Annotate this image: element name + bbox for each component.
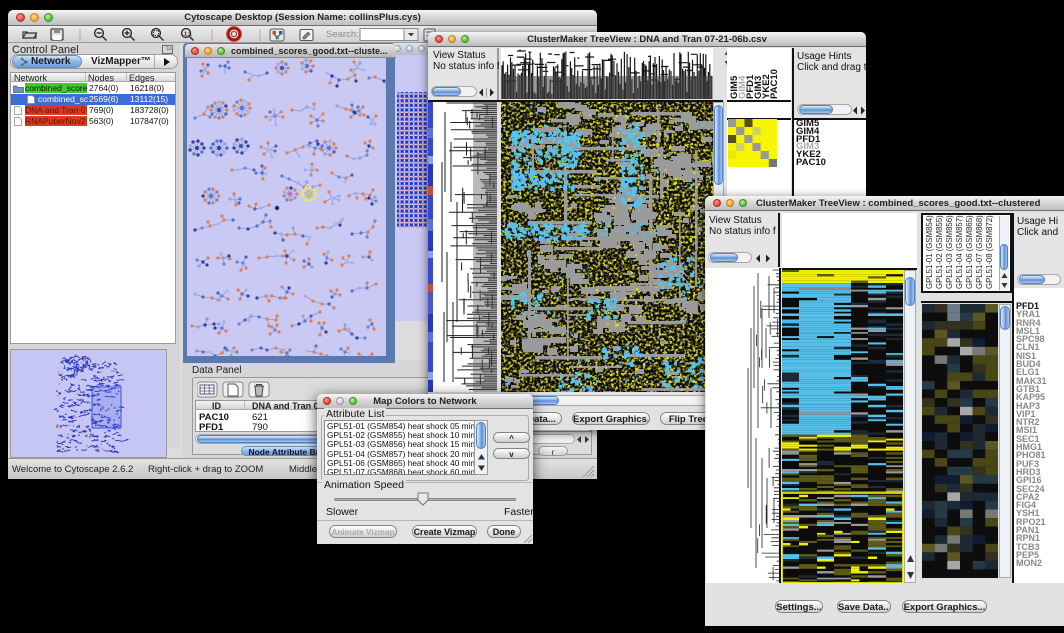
svg-text:GPL51-07 (GSM868): GPL51-07 (GSM868) (975, 215, 984, 289)
svg-text:1:1: 1:1 (184, 32, 192, 38)
svg-text:GPL51-03 (GSM856): GPL51-03 (GSM856) (945, 215, 954, 289)
svg-text:GPL51-08 (GSM872): GPL51-08 (GSM872) (985, 215, 994, 289)
svg-text:GPL51-01 (GSM854): GPL51-01 (GSM854) (925, 215, 934, 289)
svg-text:PAC10: PAC10 (769, 69, 780, 99)
svg-text:GPL51-06 (GSM865): GPL51-06 (GSM865) (965, 215, 974, 289)
svg-text:GPL51-04 (GSM857): GPL51-04 (GSM857) (955, 215, 964, 289)
svg-text:GPL51-02 (GSM855): GPL51-02 (GSM855) (935, 215, 944, 289)
svg-text:Search:: Search: (326, 29, 359, 40)
